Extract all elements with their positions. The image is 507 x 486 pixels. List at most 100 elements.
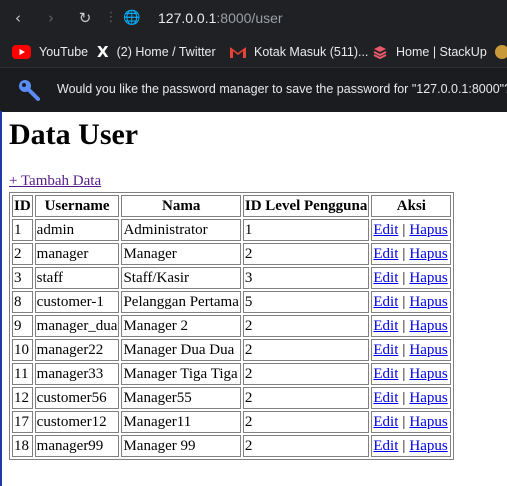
cell-nama: Manager11: [121, 411, 241, 433]
cell-level: 2: [242, 363, 370, 385]
cell-level: 5: [242, 291, 370, 313]
bookmark-label: (2) Home / Twitter: [116, 45, 216, 59]
delete-link[interactable]: Hapus: [409, 366, 447, 382]
header-nama: Nama: [121, 195, 241, 217]
cell-level: 1: [242, 219, 370, 241]
edit-link[interactable]: Edit: [373, 390, 398, 406]
table-row: 18 manager99 Manager 99 2 Edit | Hapus: [12, 435, 452, 457]
cell-nama: Manager Tiga Tiga: [121, 363, 241, 385]
cell-aksi: Edit | Hapus: [371, 219, 452, 241]
password-manager-bar: Would you like the password manager to s…: [0, 67, 507, 112]
bookmark-label: YouTube: [39, 45, 89, 59]
table-row: 8 customer-1 Pelanggan Pertama 5 Edit | Hapus: [12, 291, 452, 313]
cell-username: manager33: [34, 363, 120, 385]
cell-username: customer56: [34, 387, 120, 409]
cell-id: 9: [12, 315, 33, 337]
edit-link[interactable]: Edit: [373, 366, 398, 382]
divider-dots-icon: ⋮: [104, 10, 118, 25]
bookmark-label: Home | StackUp: [396, 45, 487, 59]
add-data-link[interactable]: + Tambah Data: [9, 173, 101, 190]
cell-aksi: Edit | Hapus: [371, 411, 452, 433]
page-title: Data User: [9, 118, 139, 151]
table-body: 1 admin Administrator 1 Edit | Hapus 2 manager Ma…: [12, 219, 452, 457]
header-id: ID: [12, 195, 33, 217]
cell-username: manager: [34, 243, 120, 265]
url-rest: :8000/user: [216, 10, 283, 26]
cell-nama: Pelanggan Pertama: [121, 291, 241, 313]
bookmarks-bar: YouTube X (2) Home / Twitter Kotak Masuk…: [0, 37, 507, 67]
action-separator: |: [402, 341, 406, 358]
extension-icon[interactable]: [495, 45, 507, 59]
user-table: ID Username Nama ID Level Pengguna Aksi …: [9, 192, 455, 460]
cell-aksi: Edit | Hapus: [371, 339, 452, 361]
table-row: 17 customer12 Manager11 2 Edit | Hapus: [12, 411, 452, 433]
delete-link[interactable]: Hapus: [409, 246, 447, 262]
cell-level: 3: [242, 267, 370, 289]
delete-link[interactable]: Hapus: [409, 222, 447, 238]
back-arrow-icon[interactable]: ‹: [9, 9, 27, 27]
reload-icon[interactable]: ↻: [76, 9, 94, 27]
delete-link[interactable]: Hapus: [409, 390, 447, 406]
delete-link[interactable]: Hapus: [409, 270, 447, 286]
youtube-icon: [12, 45, 31, 59]
cell-level: 2: [242, 339, 370, 361]
bookmark-twitter[interactable]: X (2) Home / Twitter: [97, 43, 216, 61]
edit-link[interactable]: Edit: [373, 318, 398, 334]
cell-nama: Staff/Kasir: [121, 267, 241, 289]
cell-nama: Manager Dua Dua: [121, 339, 241, 361]
delete-link[interactable]: Hapus: [409, 438, 447, 454]
edit-link[interactable]: Edit: [373, 414, 398, 430]
delete-link[interactable]: Hapus: [409, 294, 447, 310]
table-row: 9 manager_dua Manager 2 2 Edit | Hapus: [12, 315, 452, 337]
bookmark-stackup[interactable]: Home | StackUp: [372, 43, 487, 61]
bookmark-label: Kotak Masuk (511)...: [254, 45, 369, 59]
password-prompt-text: Would you like the password manager to s…: [57, 82, 507, 96]
bookmark-gmail[interactable]: Kotak Masuk (511)...: [230, 43, 368, 61]
cell-id: 8: [12, 291, 33, 313]
action-separator: |: [402, 293, 406, 310]
cell-id: 1: [12, 219, 33, 241]
cell-id: 18: [12, 435, 33, 457]
cell-id: 2: [12, 243, 33, 265]
action-separator: |: [402, 365, 406, 382]
x-icon: X: [97, 43, 109, 61]
cell-id: 11: [12, 363, 33, 385]
header-username: Username: [34, 195, 120, 217]
cell-id: 10: [12, 339, 33, 361]
cell-aksi: Edit | Hapus: [371, 435, 452, 457]
cell-username: customer12: [34, 411, 120, 433]
site-info-icon[interactable]: 🌐: [123, 9, 141, 27]
edit-link[interactable]: Edit: [373, 270, 398, 286]
edit-link[interactable]: Edit: [373, 294, 398, 310]
header-aksi: Aksi: [371, 195, 452, 217]
cell-username: manager22: [34, 339, 120, 361]
stackup-icon: [373, 46, 387, 60]
cell-aksi: Edit | Hapus: [371, 315, 452, 337]
delete-link[interactable]: Hapus: [409, 318, 447, 334]
edit-link[interactable]: Edit: [373, 222, 398, 238]
cell-aksi: Edit | Hapus: [371, 363, 452, 385]
edit-link[interactable]: Edit: [373, 246, 398, 262]
address-bar[interactable]: 127.0.0.1:8000/user: [158, 10, 283, 26]
action-separator: |: [402, 221, 406, 238]
table-row: 3 staff Staff/Kasir 3 Edit | Hapus: [12, 267, 452, 289]
cell-id: 17: [12, 411, 33, 433]
bookmark-youtube[interactable]: YouTube: [12, 43, 88, 61]
browser-chrome: ‹ › ↻ ⋮ 🌐 127.0.0.1:8000/user YouTube X …: [0, 0, 507, 112]
forward-arrow-icon[interactable]: ›: [42, 9, 60, 27]
cell-nama: Manager55: [121, 387, 241, 409]
action-separator: |: [402, 317, 406, 334]
table-row: 2 manager Manager 2 Edit | Hapus: [12, 243, 452, 265]
delete-link[interactable]: Hapus: [409, 342, 447, 358]
edit-link[interactable]: Edit: [373, 342, 398, 358]
edit-link[interactable]: Edit: [373, 438, 398, 454]
cell-id: 3: [12, 267, 33, 289]
cell-level: 2: [242, 435, 370, 457]
table-row: 12 customer56 Manager55 2 Edit | Hapus: [12, 387, 452, 409]
action-separator: |: [402, 269, 406, 286]
url-host: 127.0.0.1: [158, 10, 217, 26]
cell-level: 2: [242, 315, 370, 337]
key-icon: [19, 80, 40, 101]
cell-username: manager_dua: [34, 315, 120, 337]
delete-link[interactable]: Hapus: [409, 414, 447, 430]
